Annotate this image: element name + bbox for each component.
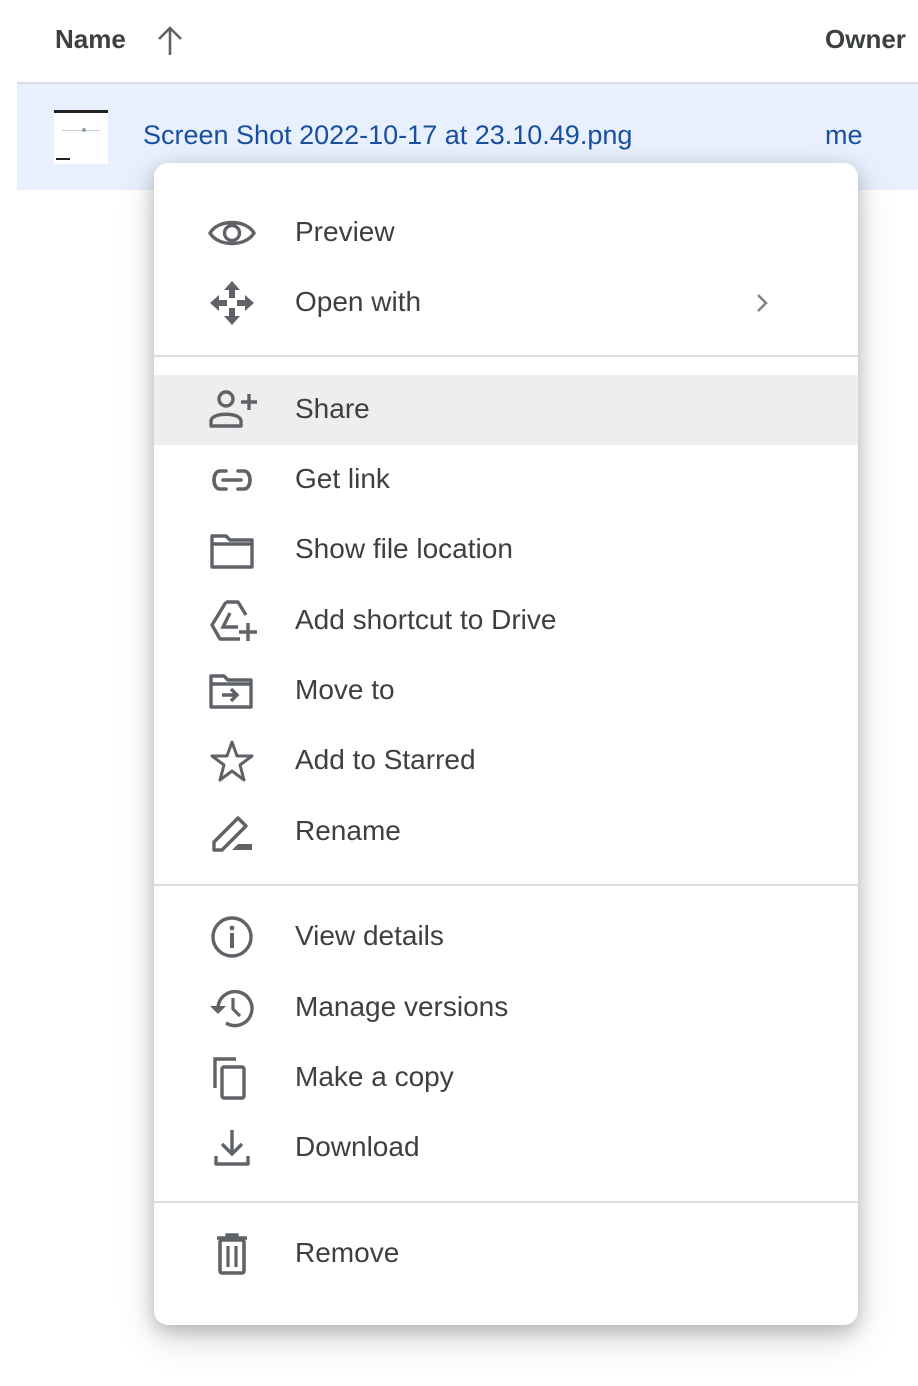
menu-item-label: Preview — [295, 216, 395, 247]
menu-item-label: Get link — [295, 463, 390, 494]
owner-column-header[interactable]: Owner — [825, 24, 906, 55]
menu-item-manage-versions[interactable]: Manage versions — [154, 973, 858, 1043]
menu-item-show-file-location[interactable]: Show file location — [154, 515, 858, 585]
star-icon — [206, 739, 258, 783]
eye-icon — [206, 211, 258, 255]
move-arrows-icon — [206, 281, 258, 325]
folder-icon — [206, 528, 258, 572]
menu-item-get-link[interactable]: Get link — [154, 445, 858, 515]
menu-item-label: Make a copy — [295, 1061, 454, 1092]
menu-item-label: Remove — [295, 1237, 400, 1268]
menu-item-preview[interactable]: Preview — [154, 198, 858, 268]
menu-item-label: Add to Starred — [295, 744, 476, 775]
menu-item-rename[interactable]: Rename — [154, 797, 858, 867]
menu-divider — [154, 884, 858, 886]
menu-item-label: Show file location — [295, 533, 513, 564]
pencil-icon — [206, 810, 258, 854]
trash-icon — [206, 1232, 258, 1276]
link-icon — [206, 458, 258, 502]
menu-item-open-with[interactable]: Open with — [154, 268, 858, 338]
context-menu: Preview Open with Share Get link Show fi… — [154, 163, 858, 1325]
menu-item-label: Share — [295, 393, 370, 424]
menu-item-label: View details — [295, 920, 444, 951]
menu-item-remove[interactable]: Remove — [154, 1219, 858, 1289]
file-name[interactable]: Screen Shot 2022-10-17 at 23.10.49.png — [143, 120, 632, 151]
menu-item-label: Manage versions — [295, 991, 509, 1022]
drive-shortcut-icon — [206, 599, 258, 643]
menu-item-make-a-copy[interactable]: Make a copy — [154, 1043, 858, 1113]
history-icon — [206, 986, 258, 1030]
menu-item-label: Add shortcut to Drive — [295, 604, 557, 635]
info-icon — [206, 915, 258, 959]
folder-move-icon — [206, 669, 258, 713]
chevron-right-icon — [752, 289, 772, 317]
copy-icon — [206, 1056, 258, 1100]
download-icon — [206, 1126, 258, 1170]
menu-item-label: Open with — [295, 286, 422, 317]
menu-divider — [154, 355, 858, 357]
menu-item-share[interactable]: Share — [154, 375, 858, 445]
menu-item-label: Move to — [295, 674, 395, 705]
file-list-header: Name Owner — [17, 0, 918, 84]
menu-item-move-to[interactable]: Move to — [154, 656, 858, 726]
menu-item-add-shortcut[interactable]: Add shortcut to Drive — [154, 586, 858, 656]
menu-item-label: Rename — [295, 815, 401, 846]
menu-item-add-to-starred[interactable]: Add to Starred — [154, 726, 858, 796]
file-thumbnail — [54, 110, 108, 164]
file-owner: me — [825, 120, 863, 150]
name-column-header[interactable]: Name — [55, 24, 126, 55]
menu-item-label: Download — [295, 1131, 420, 1162]
arrow-up-icon[interactable] — [155, 24, 185, 58]
menu-divider — [154, 1201, 858, 1203]
person-add-icon — [206, 388, 258, 432]
menu-item-view-details[interactable]: View details — [154, 902, 858, 972]
menu-item-download[interactable]: Download — [154, 1113, 858, 1183]
